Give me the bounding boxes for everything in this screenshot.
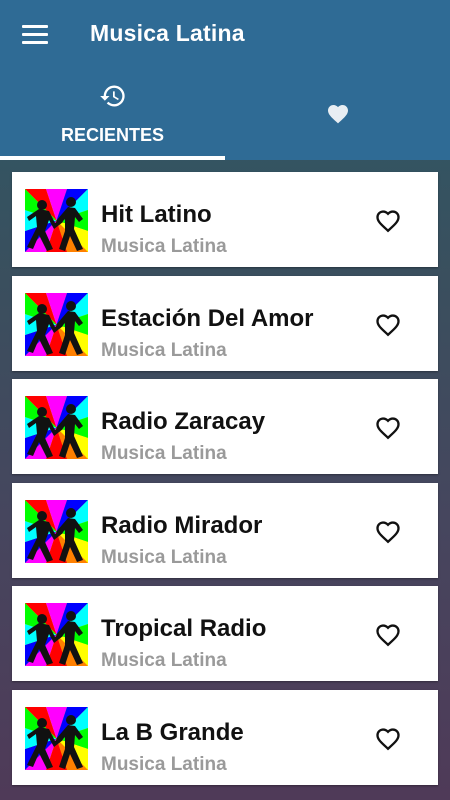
history-icon xyxy=(99,85,125,107)
selected-tab-indicator xyxy=(0,156,225,160)
station-genre: Musica Latina xyxy=(101,753,227,775)
tab-recientes[interactable]: RECIENTES xyxy=(0,70,225,160)
heart-outline-icon[interactable] xyxy=(374,518,402,544)
station-genre: Musica Latina xyxy=(101,443,227,464)
station-name: La B Grande xyxy=(101,718,244,746)
station-name: Radio Zaracay xyxy=(101,408,266,435)
tab-bar: RECIENTES xyxy=(0,70,450,160)
heart-outline-icon[interactable] xyxy=(374,311,402,337)
station-name: Tropical Radio xyxy=(101,615,267,642)
station-card[interactable]: Estación Del Amor Musica Latina xyxy=(12,275,438,371)
heart-outline-icon[interactable] xyxy=(374,621,402,647)
station-card[interactable]: Radio Mirador Musica Latina xyxy=(12,482,438,578)
station-thumbnail xyxy=(25,396,88,459)
station-thumbnail xyxy=(25,603,88,666)
station-thumbnail xyxy=(25,706,88,770)
station-card[interactable]: Tropical Radio Musica Latina xyxy=(12,586,438,681)
heart-outline-icon[interactable] xyxy=(374,207,402,233)
app-title: Musica Latina xyxy=(90,20,245,46)
station-card[interactable]: Radio Zaracay Musica Latina xyxy=(12,379,438,474)
station-name: Estación Del Amor xyxy=(101,304,314,332)
station-thumbnail xyxy=(25,189,88,252)
station-thumbnail xyxy=(25,292,88,356)
station-genre: Musica Latina xyxy=(101,650,227,671)
app-bar: Musica Latina xyxy=(0,0,450,70)
station-genre: Musica Latina xyxy=(101,546,227,568)
hamburger-menu-icon[interactable] xyxy=(22,25,48,45)
station-card[interactable]: Hit Latino Musica Latina xyxy=(12,172,438,267)
station-card[interactable]: La B Grande Musica Latina xyxy=(12,689,438,785)
station-name: Radio Mirador xyxy=(101,511,263,539)
heart-outline-icon[interactable] xyxy=(374,414,402,440)
station-thumbnail xyxy=(25,499,88,563)
station-genre: Musica Latina xyxy=(101,339,227,361)
station-name: Hit Latino xyxy=(101,201,212,228)
heart-icon xyxy=(327,105,348,124)
tab-recientes-label: RECIENTES xyxy=(60,125,165,145)
heart-outline-icon[interactable] xyxy=(374,725,402,751)
station-genre: Musica Latina xyxy=(101,236,227,257)
tab-favorites[interactable] xyxy=(225,70,450,160)
station-list: Hit Latino Musica Latina Estación Del Am… xyxy=(12,172,438,793)
